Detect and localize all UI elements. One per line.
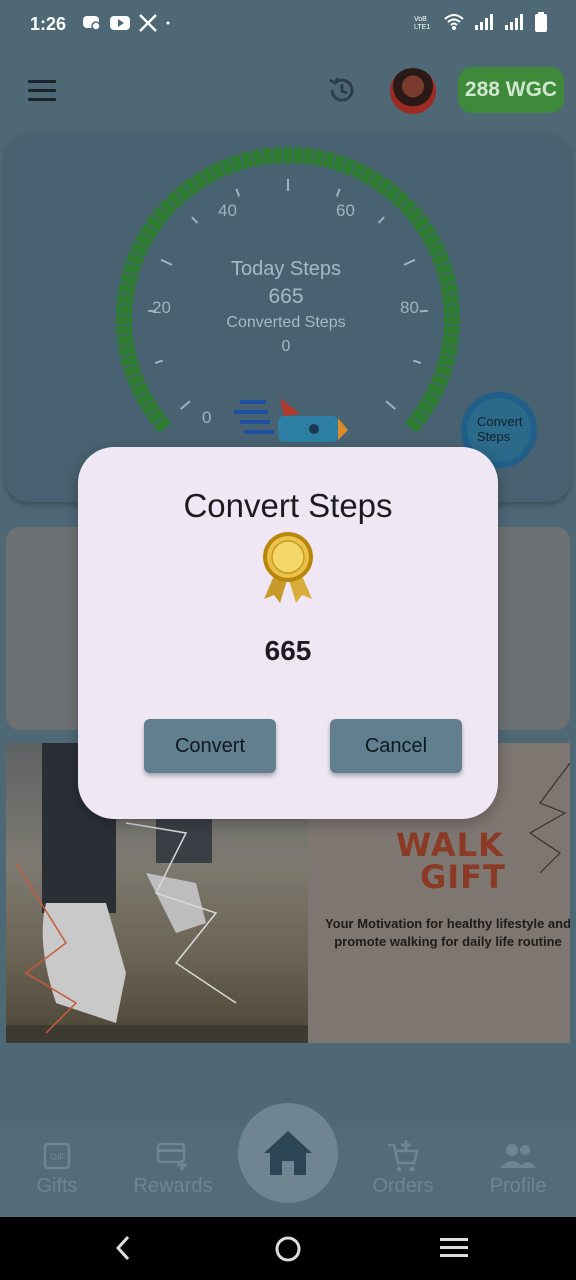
dialog-steps-value: 665 bbox=[264, 635, 312, 666]
medal-icon bbox=[263, 532, 313, 603]
cancel-button[interactable]: Cancel bbox=[330, 719, 462, 773]
convert-steps-dialog: Convert Steps 665 Convert Cancel bbox=[78, 447, 498, 819]
convert-button[interactable]: Convert bbox=[144, 719, 276, 773]
dialog-title: Convert Steps bbox=[183, 487, 393, 524]
